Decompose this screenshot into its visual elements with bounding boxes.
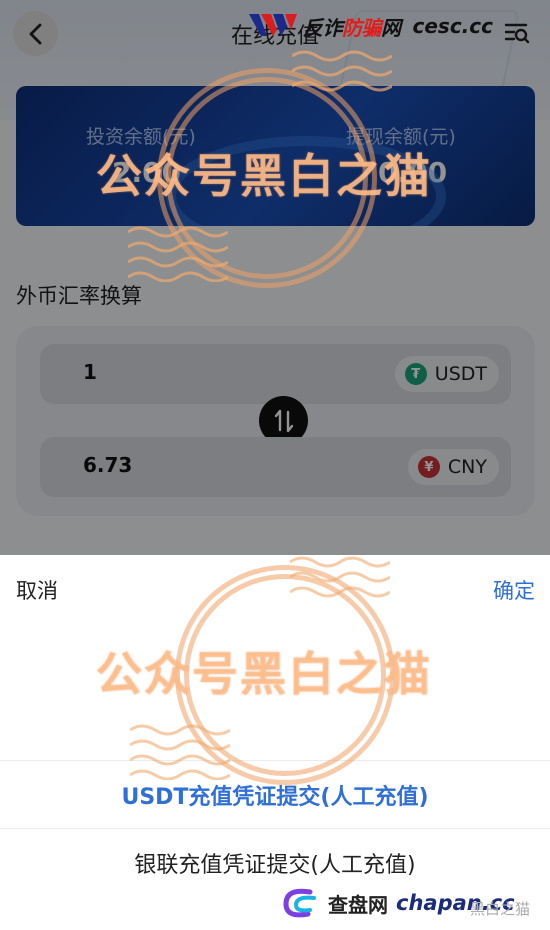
top-watermark-site: cesc.cc — [412, 14, 494, 38]
top-watermark-logo: 反诈防骗网 cesc.cc — [247, 8, 493, 44]
confirm-button[interactable]: 确定 — [493, 575, 535, 605]
logo-mark-icon — [249, 14, 297, 36]
chapan-logo-icon — [283, 888, 316, 918]
option-unionpay-manual[interactable]: 银联充值凭证提交(人工充值) — [0, 828, 550, 896]
wave-watermark — [130, 724, 230, 780]
recharge-page: 在线充值 投资余额(元) 2.00 提现余额(元) 0.00 外币汇率换算 1 … — [0, 0, 550, 555]
wave-watermark — [292, 50, 392, 92]
bottom-watermark-text: 查盘网 — [328, 892, 388, 917]
wave-watermark — [290, 556, 390, 598]
top-watermark-text: 反诈防骗网 — [303, 15, 401, 40]
wave-watermark — [128, 226, 228, 282]
cancel-button[interactable]: 取消 — [16, 575, 58, 605]
stamp-text-bottom: 公众号黑白之猫 — [96, 647, 432, 701]
stamp-text-top: 公众号黑白之猫 — [96, 149, 432, 203]
bottom-credit-text: 黑白之猫 — [470, 900, 531, 918]
